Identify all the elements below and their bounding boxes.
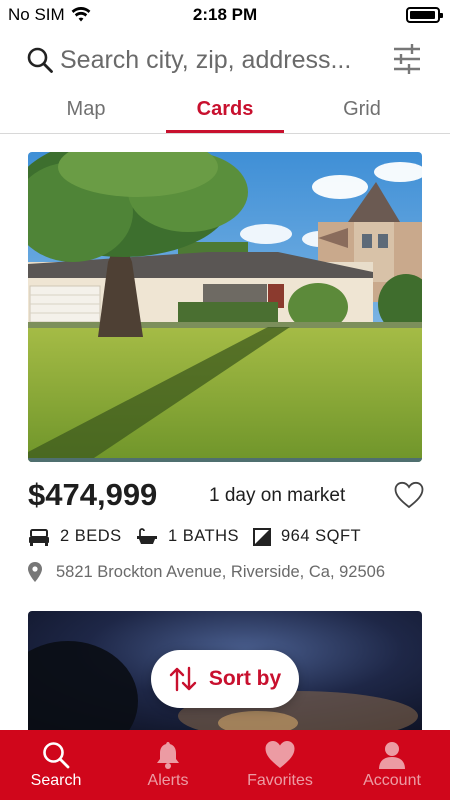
sort-arrows-icon <box>169 666 197 692</box>
bell-icon <box>157 742 179 769</box>
battery-icon <box>406 7 443 23</box>
house-photo-image <box>28 152 422 462</box>
nav-account[interactable]: Account <box>336 730 448 800</box>
bottom-navigation: Search Alerts Favorites Account <box>0 730 450 800</box>
baths-label: 1 BATHS <box>168 527 240 545</box>
nav-alerts-label: Alerts <box>147 772 189 789</box>
filter-sliders-icon[interactable] <box>392 42 422 76</box>
search-icon <box>43 742 70 769</box>
view-tabs: Map Cards Grid <box>0 92 450 134</box>
listing-specs: 2 BEDS 1 BATHS 964 SQFT <box>28 527 428 549</box>
sort-by-label: Sort by <box>208 667 282 690</box>
status-time: 2:18 PM <box>192 5 258 24</box>
sort-by-button[interactable]: Sort by <box>151 650 299 708</box>
user-icon <box>379 742 405 769</box>
search-icon <box>27 47 53 73</box>
bathtub-icon <box>137 527 157 544</box>
bed-icon <box>29 528 49 546</box>
listing-address: 5821 Brockton Avenue, Riverside, Ca, 925… <box>28 562 385 582</box>
address-text: 5821 Brockton Avenue, Riverside, Ca, 925… <box>56 562 385 581</box>
nav-account-label: Account <box>363 772 421 789</box>
area-square-icon <box>253 527 271 546</box>
favorite-heart-icon[interactable] <box>394 481 424 509</box>
nav-favorites-label: Favorites <box>247 772 313 789</box>
tab-cards[interactable]: Cards <box>168 92 282 134</box>
nav-search[interactable]: Search <box>0 730 112 800</box>
sqft-label: 964 SQFT <box>281 527 362 545</box>
nav-favorites[interactable]: Favorites <box>224 730 336 800</box>
baths-spec: 1 BATHS <box>136 527 239 546</box>
beds-spec: 2 BEDS <box>28 527 122 546</box>
days-on-market: 1 day on market <box>209 485 346 506</box>
listing-photo[interactable] <box>28 152 422 462</box>
tab-map[interactable]: Map <box>30 92 142 134</box>
tab-grid[interactable]: Grid <box>306 92 418 134</box>
nav-alerts[interactable]: Alerts <box>112 730 224 800</box>
active-tab-indicator <box>166 130 284 133</box>
search-input[interactable] <box>60 42 380 78</box>
heart-icon <box>265 741 295 768</box>
nav-search-label: Search <box>30 772 82 789</box>
search-bar <box>0 38 450 84</box>
status-bar: No SIM 2:18 PM <box>0 0 450 30</box>
beds-label: 2 BEDS <box>60 527 122 545</box>
listing-price: $474,999 <box>28 477 158 512</box>
location-pin-icon <box>28 562 42 582</box>
sqft-spec: 964 SQFT <box>253 527 361 546</box>
